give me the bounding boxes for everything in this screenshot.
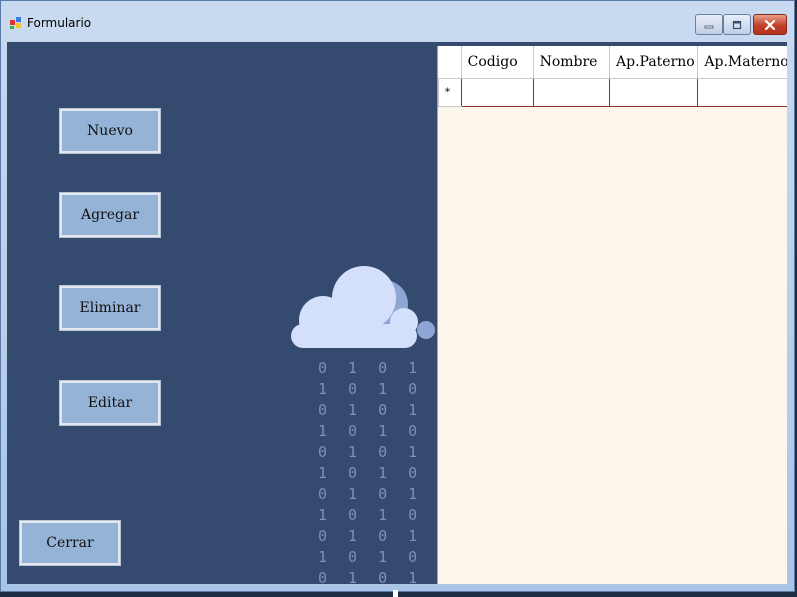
column-header-ap-paterno[interactable]: Ap.Paterno [609, 46, 699, 79]
grid-table: Codigo Nombre Ap.Paterno Ap.Materno * [438, 46, 787, 107]
grid-cell-codigo[interactable] [460, 77, 534, 107]
cloud-icon [291, 266, 435, 348]
binary-line: 1 0 1 0 1 [318, 506, 424, 524]
binary-line: 1 0 1 0 1 [318, 380, 424, 398]
binary-line: 0 1 0 1 0 [318, 569, 424, 584]
maximize-button[interactable] [723, 14, 751, 35]
edge-mark [393, 590, 398, 597]
cloud-binary-illustration: 0 1 0 1 0 1 0 1 0 1 0 1 0 1 0 1 0 1 0 1 … [286, 260, 436, 584]
editar-button[interactable]: Editar [59, 380, 161, 426]
title-bar[interactable]: Formulario [1, 1, 794, 37]
taskbar-edge [0, 592, 797, 597]
column-header-nombre[interactable]: Nombre [533, 46, 611, 79]
column-header-codigo[interactable]: Codigo [461, 46, 534, 79]
cerrar-button[interactable]: Cerrar [19, 520, 121, 566]
nuevo-button[interactable]: Nuevo [59, 108, 161, 154]
binary-line: 1 0 1 0 1 [318, 422, 424, 440]
minimize-button[interactable] [695, 14, 723, 35]
close-icon [764, 19, 776, 30]
grid-header-row: Codigo Nombre Ap.Paterno Ap.Materno [438, 46, 787, 79]
new-row-marker[interactable]: * [438, 77, 462, 107]
binary-line: 1 0 1 0 1 [318, 464, 424, 482]
row-header-corner[interactable] [438, 46, 462, 79]
grid-cell-ap-paterno[interactable] [609, 77, 699, 107]
window-title: Formulario [27, 16, 92, 30]
eliminar-button[interactable]: Eliminar [59, 285, 161, 331]
close-button[interactable] [753, 14, 787, 35]
data-grid[interactable]: Codigo Nombre Ap.Paterno Ap.Materno * [437, 46, 787, 584]
minimize-icon [704, 25, 714, 28]
grid-cell-nombre[interactable] [532, 77, 611, 107]
form-client-area: Nuevo Agregar Eliminar Editar Cerrar 0 1… [7, 42, 787, 584]
column-header-ap-materno[interactable]: Ap.Materno [697, 46, 787, 79]
binary-line: 0 1 0 1 0 [318, 527, 424, 545]
binary-line: 0 1 0 1 0 [318, 359, 424, 377]
new-row[interactable]: * [438, 77, 787, 107]
agregar-button[interactable]: Agregar [59, 192, 161, 238]
app-window: Formulario Nuevo Agregar Eliminar Editar… [0, 0, 795, 592]
binary-line: 0 1 0 1 0 [318, 485, 424, 503]
binary-line: 0 1 0 1 0 [318, 401, 424, 419]
binary-line: 1 0 1 0 1 [318, 548, 424, 566]
binary-line: 0 1 0 1 0 [318, 443, 424, 461]
app-icon [10, 17, 21, 29]
grid-cell-ap-materno[interactable] [697, 77, 787, 107]
maximize-icon [732, 20, 742, 29]
